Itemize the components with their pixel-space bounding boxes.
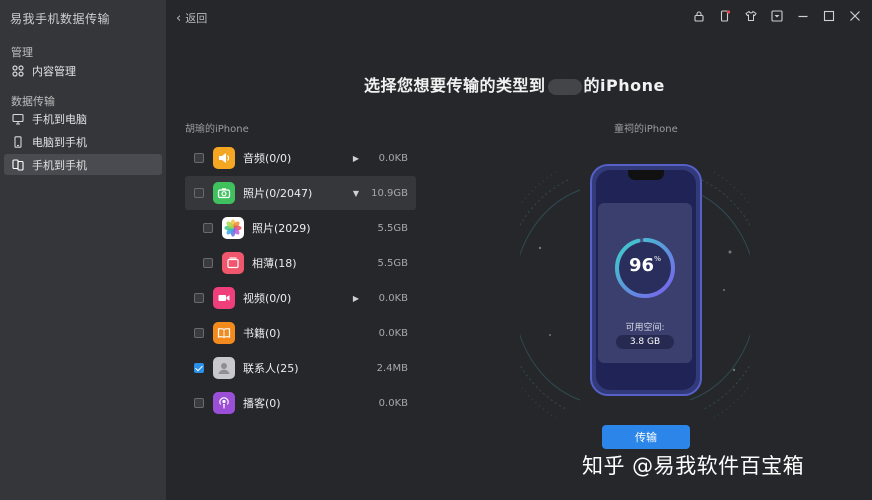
storage-percent-sign: % [654,255,662,263]
watermark: 知乎 @易我软件百宝箱 [582,454,805,478]
phone-to-phone-icon [12,158,24,171]
checkbox-albums[interactable] [203,258,213,268]
blurred-name [547,78,582,95]
menu-dropdown-icon[interactable] [770,9,784,23]
sidebar-item-label: 手机到手机 [32,158,87,172]
back-button[interactable]: ‹ 返回 [176,10,207,26]
pc-to-phone-icon [12,135,24,148]
list-item-video[interactable]: 视频(0/0) ▶ 0.0KB [185,281,416,315]
storage-percent-display: 96% [598,255,692,276]
sidebar-item-phone-to-pc[interactable]: 手机到电脑 [4,108,162,129]
photos-flower-icon [222,217,244,239]
item-size: 0.0KB [378,397,408,409]
page-title-suffix: 的iPhone [583,76,665,95]
sidebar-item-phone-to-phone[interactable]: 手机到手机 [4,154,162,175]
app-title: 易我手机数据传输 [10,12,111,26]
phone-notch [628,170,664,180]
sidebar-item-label: 内容管理 [32,64,76,78]
checkbox-video[interactable] [194,293,204,303]
list-item-books[interactable]: 书籍(0) 0.0KB [185,316,416,350]
chevron-left-icon: ‹ [176,10,182,26]
item-label: 联系人(25) [243,362,299,375]
checkbox-music[interactable] [194,153,204,163]
checkbox-photos-library[interactable] [203,223,213,233]
checkbox-photos[interactable] [194,188,204,198]
checkbox-contacts[interactable] [194,363,204,373]
album-icon [222,252,244,274]
available-space-value: 3.8 GB [616,335,674,349]
list-item-albums[interactable]: 相薄(18) 5.5GB [194,246,416,280]
grid-icon [12,64,24,77]
list-item-music[interactable]: 音频(0/0) ▶ 0.0KB [185,141,416,175]
item-size: 0.0KB [378,292,408,304]
book-icon [213,322,235,344]
item-label: 照片(2029) [252,222,311,235]
chevron-right-icon[interactable]: ▶ [348,294,364,303]
window-controls [692,9,862,23]
phone-to-pc-icon [12,113,24,125]
close-icon[interactable] [848,9,862,23]
item-label: 播客(0) [243,397,281,410]
sidebar-item-label: 电脑到手机 [32,135,87,149]
back-label: 返回 [185,12,208,25]
sidebar-section-transfer: 数据传输 [11,95,55,108]
minimize-icon[interactable] [796,9,810,23]
podcast-icon [213,392,235,414]
item-label: 视频(0/0) [243,292,292,305]
item-size: 10.9GB [371,187,408,199]
chevron-down-icon[interactable]: ▼ [348,189,364,198]
sidebar-item-pc-to-phone[interactable]: 电脑到手机 [4,131,162,152]
item-size: 2.4MB [376,362,408,374]
page-title: 选择您想要传输的类型到 的iPhone [364,72,665,96]
item-size: 5.5GB [377,257,408,269]
sidebar: 易我手机数据传输 管理 内容管理 数据传输 手机到电脑 电脑到手机 手机到手机 [0,0,166,500]
camera-icon [213,182,235,204]
contact-person-icon [213,357,235,379]
speaker-icon [213,147,235,169]
chevron-right-icon[interactable]: ▶ [348,154,364,163]
item-label: 音频(0/0) [243,152,292,165]
available-space-label: 可用空间: [625,323,665,333]
sidebar-section-manage: 管理 [11,46,33,59]
storage-card: 96% 可用空间: 3.8 GB [598,203,692,363]
storage-percent: 96 [628,255,655,276]
checkbox-podcasts[interactable] [194,398,204,408]
page-title-prefix: 选择您想要传输的类型到 [364,76,546,95]
list-item-photos-library[interactable]: 照片(2029) 5.5GB [194,211,416,245]
item-label: 相薄(18) [252,257,297,270]
maximize-icon[interactable] [822,9,836,23]
list-item-photos[interactable]: 照片(0/2047) ▼ 10.9GB [185,176,416,210]
transfer-button[interactable]: 传输 [602,425,690,449]
sidebar-item-content-manage[interactable]: 内容管理 [4,60,162,81]
lock-icon[interactable] [692,9,706,23]
list-item-contacts[interactable]: 联系人(25) 2.4MB [185,351,416,385]
sidebar-item-label: 手机到电脑 [32,112,87,126]
item-size: 5.5GB [377,222,408,234]
list-item-podcasts[interactable]: 播客(0) 0.0KB [185,386,416,420]
item-size: 0.0KB [378,327,408,339]
item-label: 照片(0/2047) [243,187,313,200]
item-size: 0.0KB [378,152,408,164]
checkbox-books[interactable] [194,328,204,338]
source-device-label: 胡瑜的iPhone [185,124,249,135]
item-label: 书籍(0) [243,327,281,340]
topbar: ‹ 返回 [166,0,872,36]
device-notification-icon[interactable] [718,9,732,23]
app-window: 易我手机数据传输 管理 内容管理 数据传输 手机到电脑 电脑到手机 手机到手机 [0,0,872,500]
shirt-icon[interactable] [744,9,758,23]
video-camera-icon [213,287,235,309]
target-device-label: 童祠的iPhone [614,124,678,135]
